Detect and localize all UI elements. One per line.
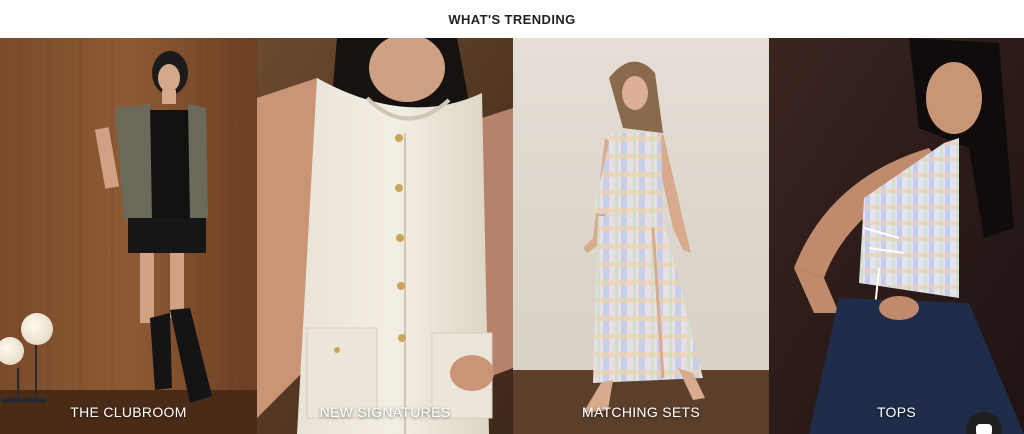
- section-title: WHAT'S TRENDING: [448, 11, 576, 27]
- tile-new-signatures[interactable]: NEW SIGNATURES: [257, 38, 513, 434]
- tile-matching-sets-image: [513, 38, 769, 434]
- section-header: WHAT'S TRENDING: [0, 0, 1024, 38]
- chat-icon: [976, 424, 992, 434]
- tile-label: NEW SIGNATURES: [319, 404, 451, 420]
- tile-tops[interactable]: TOPS: [769, 38, 1024, 434]
- trending-grid: THE CLUBROOM NEW SIGNATURES MATCHING SET…: [0, 38, 1024, 434]
- tile-the-clubroom-image: [0, 38, 257, 434]
- tile-label: THE CLUBROOM: [70, 404, 187, 420]
- tile-new-signatures-image: [257, 38, 513, 434]
- tile-label: MATCHING SETS: [582, 404, 700, 420]
- tile-matching-sets[interactable]: MATCHING SETS: [513, 38, 769, 434]
- tile-tops-image: [769, 38, 1024, 434]
- tile-the-clubroom[interactable]: THE CLUBROOM: [0, 38, 257, 434]
